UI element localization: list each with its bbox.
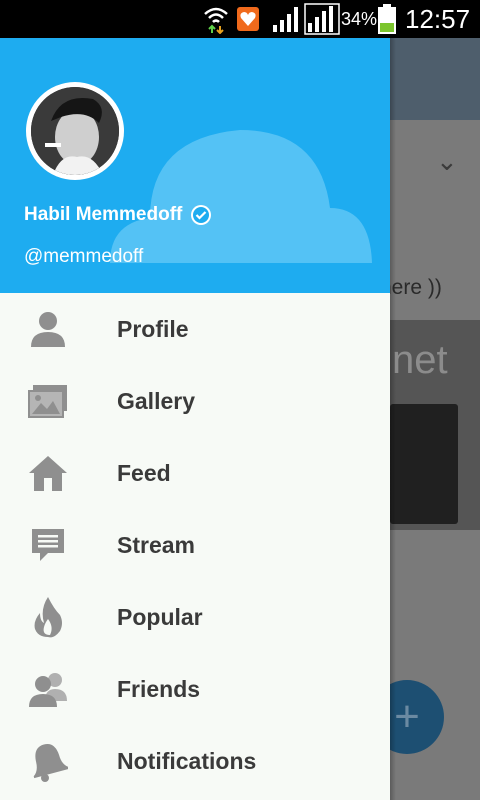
status-bar: 34% 12:57 bbox=[0, 0, 480, 38]
menu-item-friends[interactable]: Friends bbox=[0, 653, 390, 725]
menu-item-label: Notifications bbox=[117, 747, 257, 774]
menu-item-profile[interactable]: Profile bbox=[0, 293, 390, 365]
battery-percent: 34% bbox=[341, 8, 378, 29]
menu-item-stream[interactable]: Stream bbox=[0, 509, 390, 581]
drawer-header: Habil Memmedoff @memmedoff bbox=[0, 38, 390, 293]
fire-icon bbox=[26, 595, 70, 639]
bell-icon bbox=[26, 739, 70, 783]
menu-item-popular[interactable]: Popular bbox=[0, 581, 390, 653]
menu-item-label: Profile bbox=[117, 315, 189, 342]
user-handle: @memmedoff bbox=[24, 246, 144, 267]
menu-item-label: Popular bbox=[117, 603, 203, 630]
gallery-icon bbox=[26, 379, 70, 423]
user-name: Habil Memmedoff bbox=[24, 204, 183, 225]
background-image-text: net bbox=[392, 338, 448, 382]
menu-item-label: Friends bbox=[117, 675, 201, 702]
background-app-bar bbox=[390, 38, 480, 120]
menu-item-feed[interactable]: Feed bbox=[0, 437, 390, 509]
signal-icon-2 bbox=[304, 0, 340, 38]
notification-app-icon bbox=[236, 0, 260, 38]
menu-item-label: Stream bbox=[117, 531, 195, 558]
drawer-menu: Profile Gallery Feed Stream Popular Frie… bbox=[0, 293, 390, 797]
chevron-down-icon[interactable]: ⌄ bbox=[436, 146, 458, 177]
friends-icon bbox=[26, 667, 70, 711]
signal-icon bbox=[272, 0, 302, 38]
menu-item-label: Feed bbox=[117, 459, 171, 486]
clock: 12:57 bbox=[405, 3, 471, 34]
background-keyboard-image bbox=[390, 404, 458, 524]
navigation-drawer: Habil Memmedoff @memmedoff Profile Galle… bbox=[0, 38, 390, 800]
avatar[interactable] bbox=[26, 82, 124, 180]
menu-item-gallery[interactable]: Gallery bbox=[0, 365, 390, 437]
home-icon bbox=[26, 451, 70, 495]
person-icon bbox=[26, 307, 70, 351]
chat-icon bbox=[26, 523, 70, 567]
user-name-row: Habil Memmedoff bbox=[24, 204, 212, 226]
battery-icon bbox=[377, 0, 397, 38]
menu-item-label: Gallery bbox=[117, 387, 195, 414]
menu-item-notifications[interactable]: Notifications bbox=[0, 725, 390, 797]
drawer-shadow bbox=[390, 38, 396, 800]
avatar-photo bbox=[31, 87, 119, 175]
wifi-icon bbox=[203, 0, 229, 38]
verified-badge-icon bbox=[190, 204, 212, 226]
